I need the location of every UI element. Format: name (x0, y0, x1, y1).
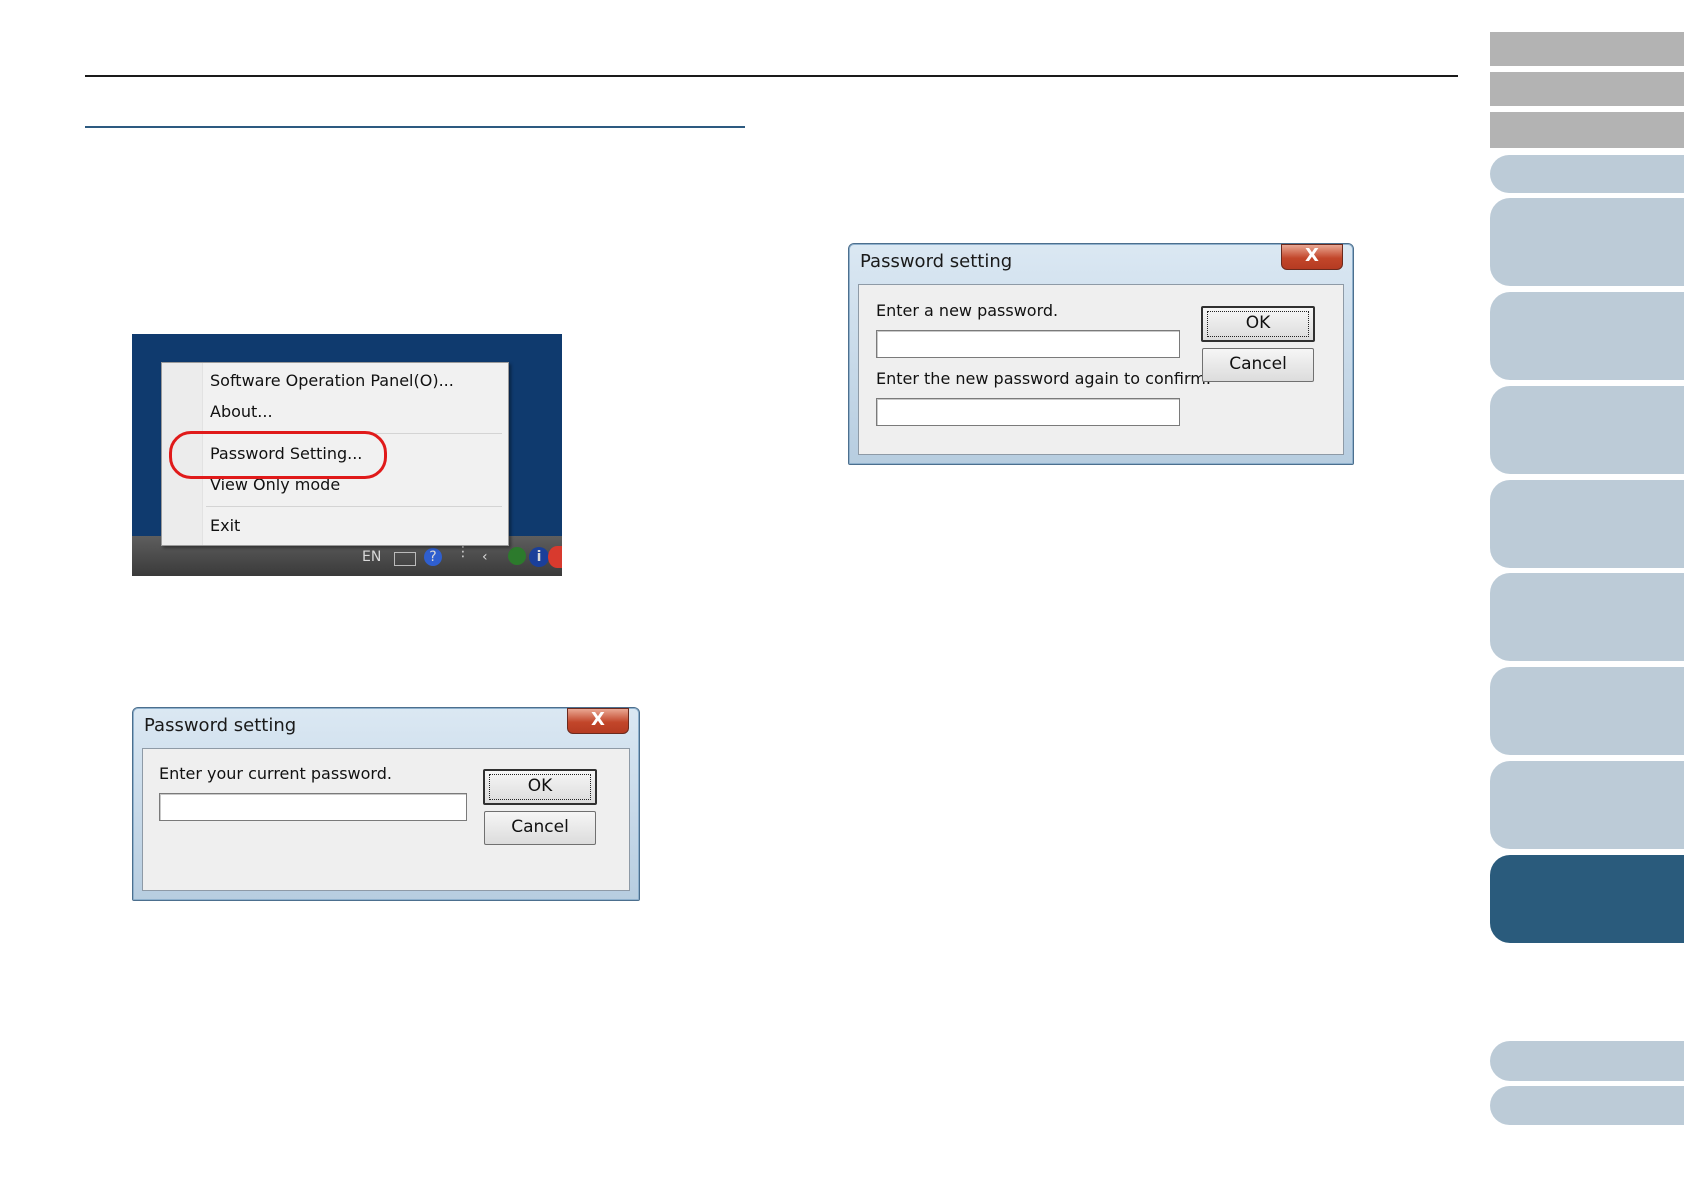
index-tab-8[interactable] (1490, 761, 1684, 849)
index-tab-top-3[interactable] (1490, 112, 1684, 148)
cancel-button[interactable]: Cancel (484, 811, 596, 845)
index-tab-3[interactable] (1490, 292, 1684, 380)
current-password-input[interactable] (159, 793, 467, 821)
index-tab-top-1[interactable] (1490, 32, 1684, 66)
index-tab-4[interactable] (1490, 386, 1684, 474)
app-tray-icon[interactable] (548, 546, 562, 568)
focus-rect (489, 774, 591, 800)
close-button[interactable]: X (567, 708, 629, 734)
current-password-dialog: Password setting X Enter your current pa… (132, 707, 640, 901)
info-icon[interactable]: i (529, 547, 549, 567)
index-tab-bottom-1[interactable] (1490, 1041, 1684, 1081)
scanner-tray-icon[interactable] (508, 547, 526, 565)
index-tab-7[interactable] (1490, 667, 1684, 755)
tray-menu-screenshot: EN ? ⋮ ‹ i Software Operation Panel(O)..… (132, 334, 562, 576)
current-password-label: Enter your current password. (159, 764, 392, 783)
section-rule (85, 126, 745, 128)
menu-item-about[interactable]: About... (210, 402, 273, 421)
dialog-client-area: Enter your current password. OK Cancel (142, 748, 630, 891)
new-password-input[interactable] (876, 330, 1180, 358)
confirm-password-input[interactable] (876, 398, 1180, 426)
confirm-password-label: Enter the new password again to confirm. (876, 369, 1211, 388)
show-hidden-icon[interactable]: ‹ (482, 549, 488, 565)
index-tab-active[interactable] (1490, 855, 1684, 943)
index-tab-5[interactable] (1490, 480, 1684, 568)
ok-button[interactable]: OK (1201, 306, 1315, 342)
header-rule (85, 75, 1458, 77)
tray-arrow-icon[interactable]: ⋮ (456, 544, 470, 560)
help-icon[interactable]: ? (424, 548, 442, 566)
index-tab-2[interactable] (1490, 198, 1684, 286)
ok-button[interactable]: OK (483, 769, 597, 805)
focus-rect (1207, 311, 1309, 337)
menu-item-exit[interactable]: Exit (210, 516, 240, 535)
index-tab-bottom-2[interactable] (1490, 1086, 1684, 1125)
dialog-title: Password setting (144, 715, 297, 736)
new-password-label: Enter a new password. (876, 301, 1059, 320)
keyboard-icon[interactable] (394, 552, 416, 566)
highlight-callout (169, 431, 387, 479)
index-tab-1[interactable] (1490, 155, 1684, 193)
dialog-client-area: Enter a new password. Enter the new pass… (858, 284, 1344, 455)
close-button[interactable]: X (1281, 244, 1343, 270)
dialog-title: Password setting (860, 251, 1013, 272)
index-tab-top-2[interactable] (1490, 72, 1684, 106)
menu-separator (206, 506, 502, 507)
cancel-button[interactable]: Cancel (1202, 348, 1314, 382)
menu-item-software-operation-panel[interactable]: Software Operation Panel(O)... (210, 371, 454, 390)
new-password-dialog: Password setting X Enter a new password.… (848, 243, 1354, 465)
language-indicator[interactable]: EN (362, 549, 381, 565)
index-tab-6[interactable] (1490, 573, 1684, 661)
